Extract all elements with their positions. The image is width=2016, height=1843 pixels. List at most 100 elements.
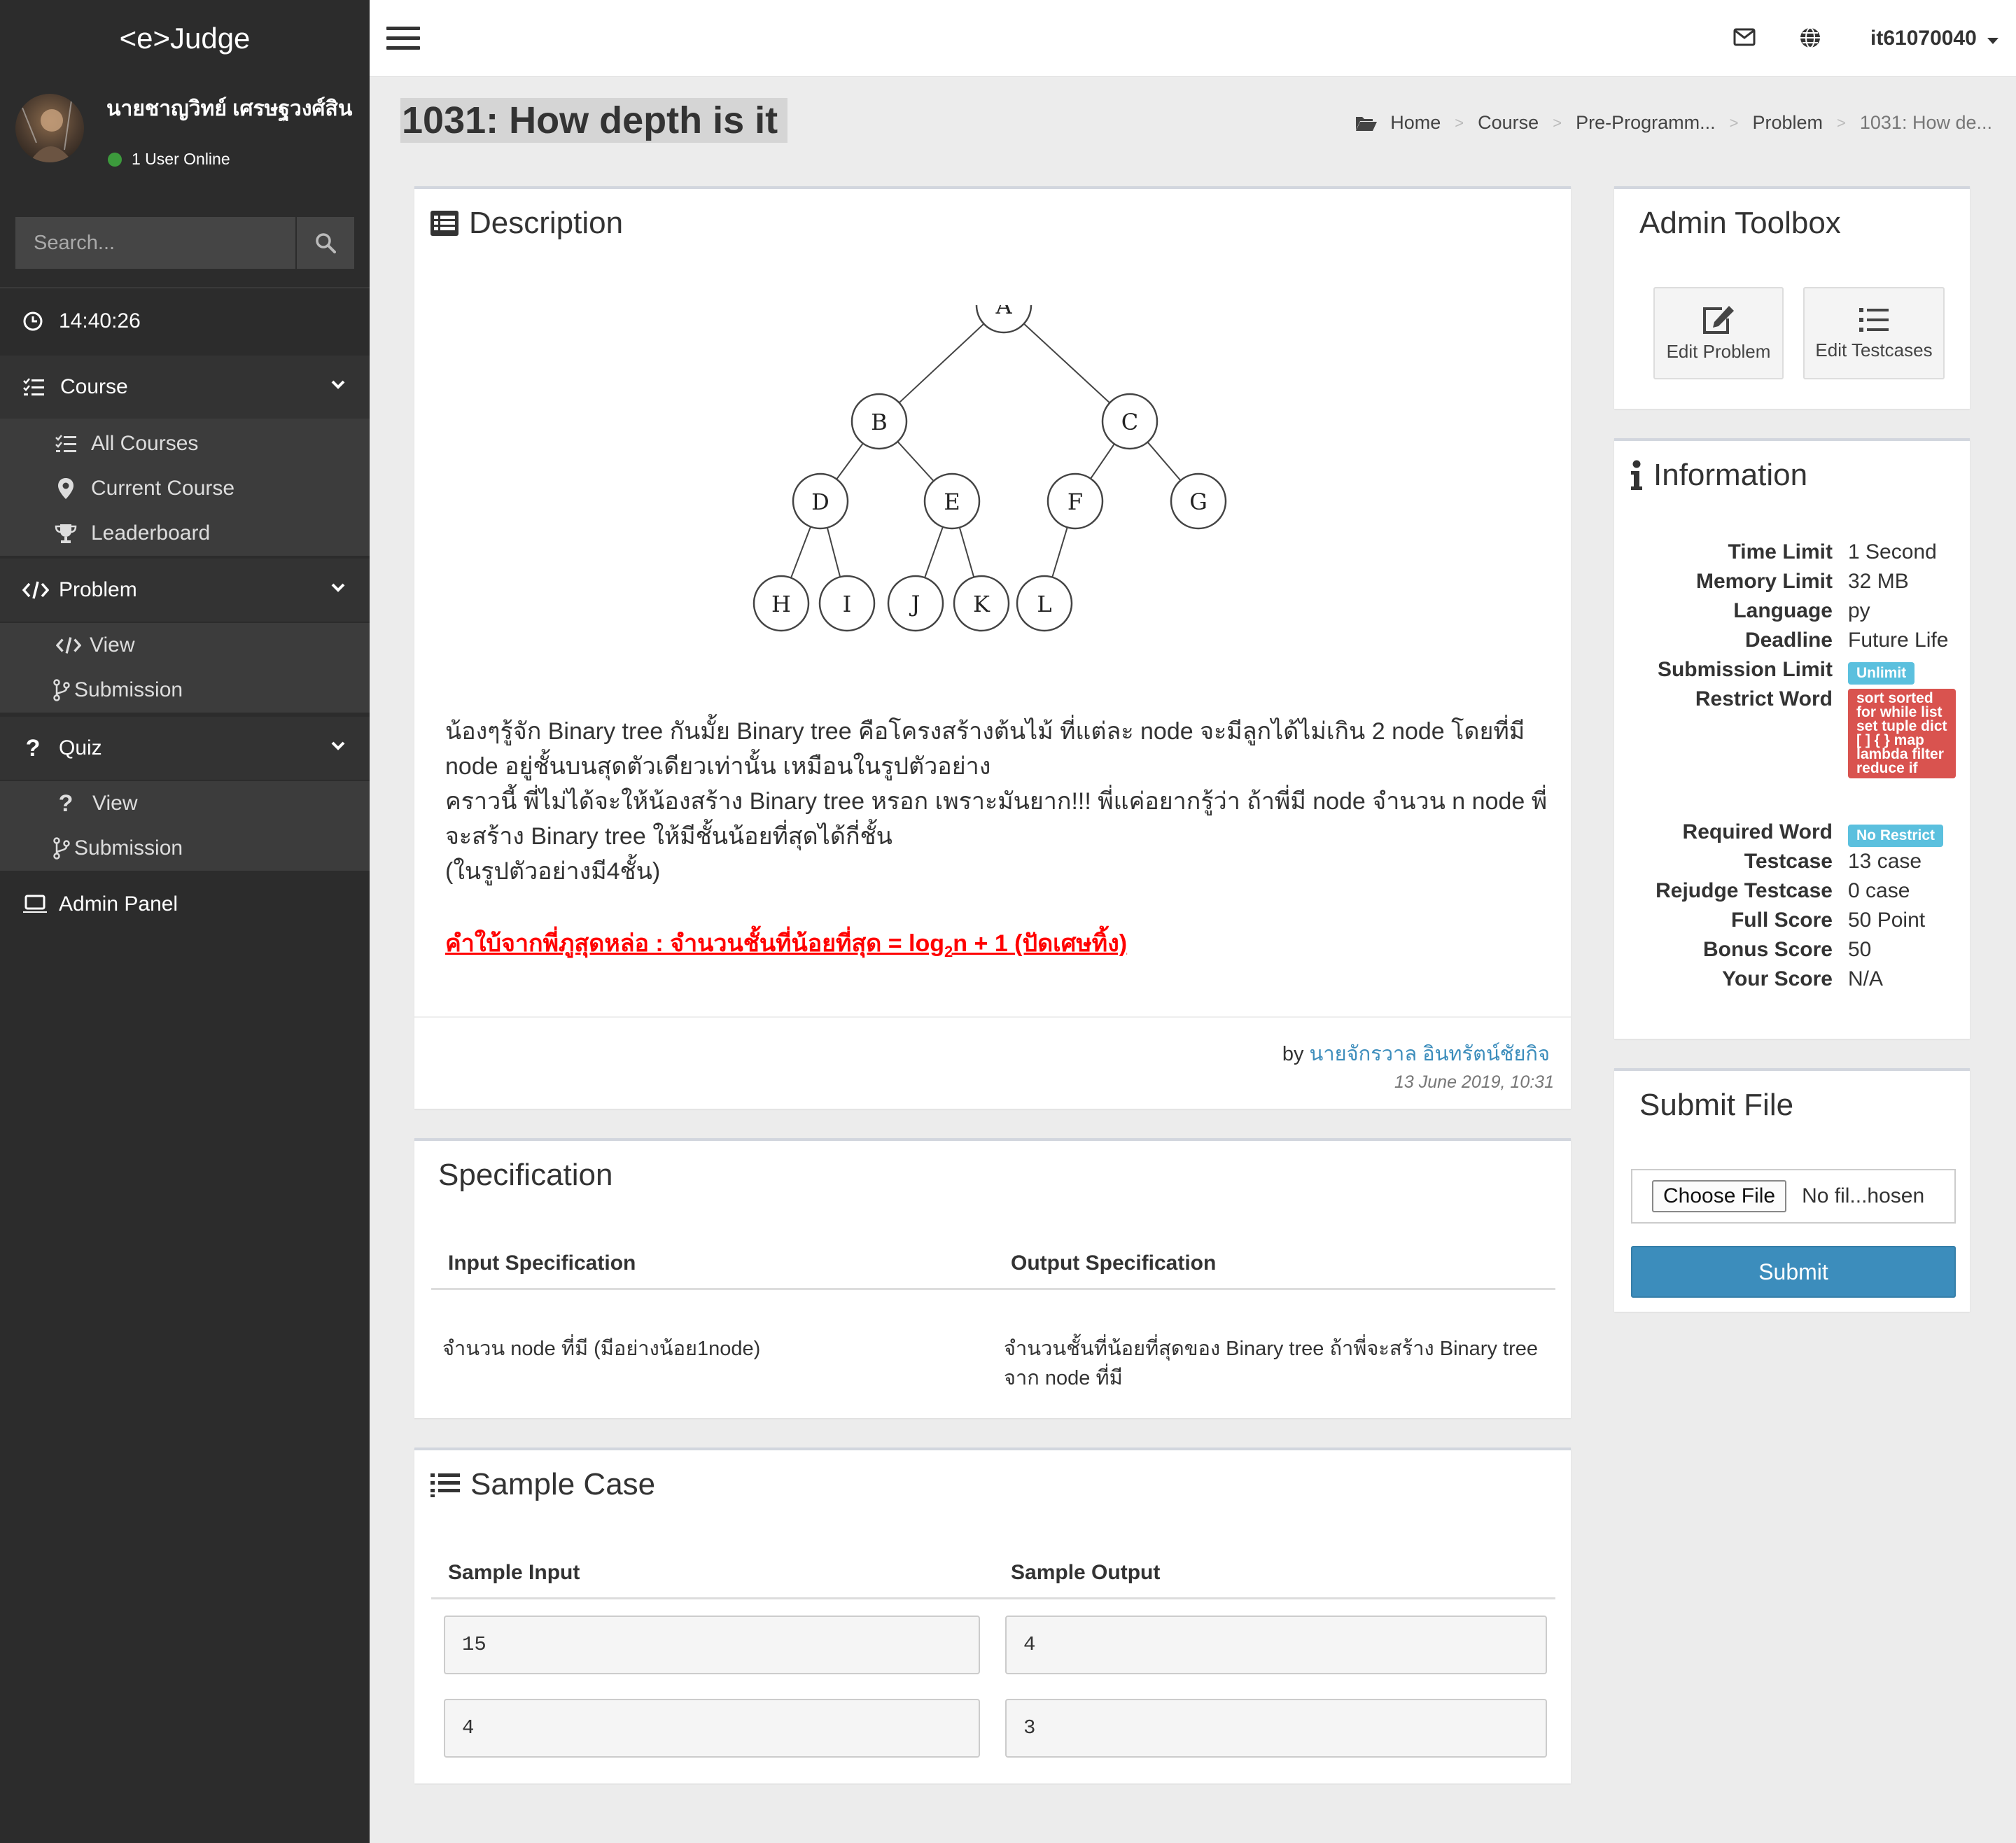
breadcrumb-course[interactable]: Course — [1478, 112, 1539, 134]
submit-button[interactable]: Submit — [1631, 1246, 1956, 1298]
sidebar-item-problem-view[interactable]: View — [0, 623, 370, 668]
app-logo[interactable]: <e>Judge — [0, 0, 370, 77]
sidebar-item-label: Leaderboard — [91, 521, 211, 545]
clock-icon — [23, 311, 43, 331]
user-name: นายชาญวิทย์ เศรษฐวงศ์สิน — [106, 97, 353, 120]
hint-text: คำใบ้จากพี่ภูสุดหล่อ : จำนวนชั้นที่น้อยท… — [445, 924, 1127, 962]
menu-quiz[interactable]: ? Quiz — [0, 717, 370, 780]
sample-input-cell[interactable]: 15 — [444, 1616, 980, 1674]
specification-box: Specification Input Specification Output… — [414, 1138, 1571, 1418]
search-input[interactable] — [15, 217, 295, 269]
sidebar-item-current-course[interactable]: Current Course — [0, 466, 370, 511]
description-box: Description A B C D E F G H I J K L น้องๆรู้จัก Bin… — [414, 186, 1571, 1109]
sample-input-cell[interactable]: 4 — [444, 1699, 980, 1758]
divider — [414, 1016, 1571, 1018]
description-paragraph: (ในรูปตัวอย่างมี4ชั้น) — [445, 858, 661, 885]
sidebar-item-all-courses[interactable]: All Courses — [0, 421, 370, 466]
sidebar-item-quiz-submission[interactable]: Submission — [0, 826, 370, 871]
sidebar-item-label: Current Course — [91, 477, 235, 500]
info-value: py — [1848, 599, 1870, 622]
tree-node-label: A — [995, 305, 1012, 319]
menu-course[interactable]: Course — [0, 356, 370, 419]
tree-node: J — [887, 575, 944, 632]
user-panel: นายชาญวิทย์ เศรษฐวงศ์สิน 1 User Online — [0, 77, 370, 182]
admin-toolbox-heading: Admin Toolbox — [1639, 206, 1841, 240]
tree-node-label: D — [811, 489, 830, 515]
info-key: Rejudge Testcase — [1656, 879, 1833, 902]
online-status: 1 User Online — [108, 150, 230, 169]
output-spec-header: Output Specification — [1011, 1252, 1217, 1275]
info-row-deadline: Deadline Future Life — [1614, 629, 1970, 658]
search-button[interactable] — [295, 217, 354, 269]
table-rule — [431, 1597, 1555, 1599]
list-check-icon — [55, 435, 76, 452]
online-dot-icon — [108, 153, 122, 167]
menu-problem[interactable]: Problem — [0, 559, 370, 622]
mail-icon[interactable] — [1733, 28, 1756, 46]
info-key: Your Score — [1722, 967, 1833, 990]
info-key: Bonus Score — [1702, 938, 1833, 961]
info-row-restrict-word: Restrict Word sort sorted for while list … — [1614, 687, 1970, 813]
map-pin-icon — [58, 478, 74, 499]
info-row-required-word: Required Word No Restrict — [1614, 820, 1970, 850]
information-heading: Information — [1630, 458, 1807, 493]
username: it61070040 — [1870, 27, 1977, 50]
top-navbar: it61070040 — [370, 0, 2016, 77]
edit-problem-button[interactable]: Edit Problem — [1653, 287, 1784, 379]
output-spec-text: จำนวนชั้นที่น้อยที่สุดของ Binary tree ถ้… — [1004, 1338, 1538, 1389]
tree-node: G — [1170, 472, 1227, 530]
globe-icon[interactable] — [1799, 27, 1821, 49]
choose-file-button[interactable]: Choose File — [1652, 1180, 1787, 1212]
sidebar-item-problem-submission[interactable]: Submission — [0, 668, 370, 713]
sample-output-cell[interactable]: 3 — [1005, 1699, 1547, 1758]
folder-open-icon — [1356, 116, 1378, 131]
by-label: by — [1282, 1043, 1304, 1065]
sample-case-heading: Sample Case — [430, 1467, 655, 1502]
menu-course-label: Course — [60, 375, 128, 398]
sample-output-cell[interactable]: 4 — [1005, 1616, 1547, 1674]
tree-node: E — [923, 472, 981, 530]
breadcrumb-problem[interactable]: Problem — [1752, 112, 1823, 134]
avatar — [15, 94, 84, 162]
sidebar-item-label: All Courses — [91, 432, 199, 455]
question-icon: ? — [58, 790, 74, 817]
info-key: Memory Limit — [1695, 570, 1833, 593]
hint-subscript: 2 — [944, 942, 953, 960]
tree-node: D — [792, 472, 849, 530]
breadcrumb-course-name[interactable]: Pre-Programm... — [1576, 112, 1716, 134]
info-row-your-score: Your Score N/A — [1614, 967, 1970, 997]
sidebar-item-leaderboard[interactable]: Leaderboard — [0, 511, 370, 556]
tree-node: I — [818, 575, 876, 632]
info-row-rejudge-testcase: Rejudge Testcase 0 case — [1614, 879, 1970, 909]
branch-icon — [53, 679, 70, 701]
file-input[interactable]: Choose File No fil...hosen — [1631, 1169, 1956, 1224]
user-menu[interactable]: it61070040 — [1870, 27, 1999, 50]
binary-tree-figure: A B C D E F G H I J K L — [752, 305, 1227, 632]
edit-testcases-button[interactable]: Edit Testcases — [1803, 287, 1945, 379]
sidebar-item-admin-panel[interactable]: Admin Panel — [0, 876, 370, 932]
description-text: น้องๆรู้จัก Binary tree กันมั้ย Binary t… — [445, 714, 1565, 889]
sidebar-item-quiz-view[interactable]: ? View — [0, 781, 370, 826]
table-rule — [431, 1288, 1555, 1290]
sample-case-heading-text: Sample Case — [470, 1467, 656, 1501]
sample-output-header: Sample Output — [1011, 1561, 1161, 1584]
tree-node: A — [975, 305, 1032, 334]
info-value: N/A — [1848, 967, 1884, 990]
laptop-icon — [23, 895, 47, 913]
tree-node: B — [850, 393, 908, 450]
edit-testcases-label: Edit Testcases — [1815, 339, 1933, 360]
info-key: Required Word — [1682, 820, 1833, 843]
info-value: 50 — [1848, 938, 1872, 961]
online-status-text: 1 User Online — [132, 150, 230, 168]
tree-node-label: H — [771, 591, 791, 617]
submission-limit-badge: Unlimit — [1848, 662, 1915, 685]
course-submenu: All Courses Current Course Leaderboard — [0, 419, 370, 556]
list-check-icon — [23, 378, 44, 395]
required-word-badge: No Restrict — [1848, 825, 1944, 847]
menu-toggle-icon[interactable] — [386, 27, 420, 50]
author-link[interactable]: นายจักรวาล อินทรัตน์ชัยกิจ — [1310, 1043, 1550, 1065]
breadcrumb-home[interactable]: Home — [1390, 112, 1441, 134]
info-value: 0 case — [1848, 879, 1910, 902]
info-key: Full Score — [1730, 909, 1833, 932]
breadcrumb-separator: > — [1455, 113, 1464, 132]
